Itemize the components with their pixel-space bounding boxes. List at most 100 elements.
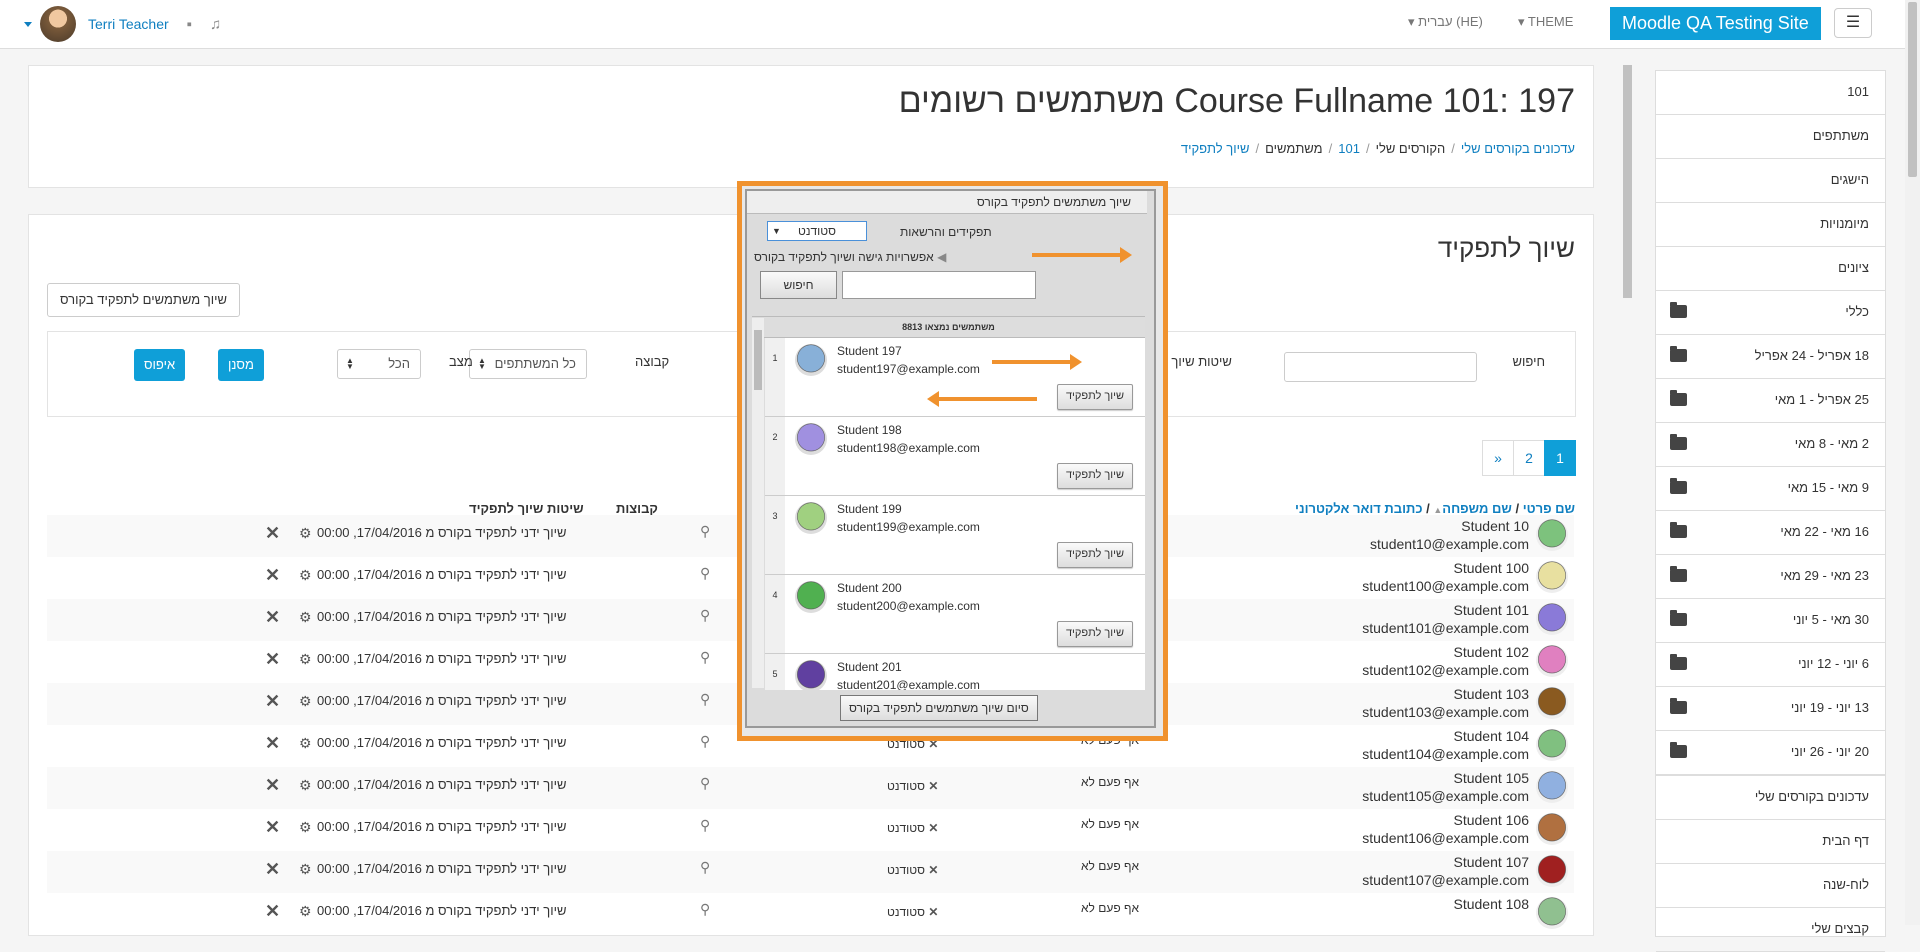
gear-icon[interactable]: ⚙ [299,735,312,752]
remove-role-icon[interactable]: ✕ [928,905,938,919]
page-scrollbar[interactable] [1905,0,1920,925]
group-select[interactable]: ▲ ▼ כל המשתתפים [469,349,587,379]
remove-role-icon[interactable]: ✕ [928,779,938,793]
sidebar-section-item[interactable]: 20 יוני - 26 יוני [1656,731,1885,775]
breadcrumb-item-enrol[interactable]: שיוך לתפקיד [1181,141,1250,156]
reset-button[interactable]: איפוס [134,349,186,381]
sidebar-section-item[interactable]: 25 אפריל - 1 מאי [1656,379,1885,423]
sidebar-item[interactable]: ציונים [1656,247,1885,291]
site-name-link[interactable]: Moodle QA Testing Site [1610,7,1821,40]
user-name-link[interactable]: Student 102 [1453,644,1529,660]
unenrol-icon[interactable]: ✕ [265,775,280,796]
search-input[interactable] [1284,352,1477,382]
breadcrumb-item-updates[interactable]: עדכונים בקורסים שלי [1461,141,1575,156]
add-group-icon[interactable]: ⚲ [700,523,710,540]
add-group-icon[interactable]: ⚲ [700,691,710,708]
bell-icon[interactable]: ♫ [210,16,221,33]
user-name-link[interactable]: Student 101 [1453,602,1529,618]
pager-next[interactable]: » [1482,440,1514,476]
unenrol-icon[interactable]: ✕ [265,565,280,586]
sidebar-section-item[interactable]: כללי [1656,291,1885,335]
gear-icon[interactable]: ⚙ [299,651,312,668]
user-name-link[interactable]: Student 100 [1453,560,1529,576]
hamburger-menu-button[interactable]: ☰ [1834,8,1872,38]
sidebar-item[interactable]: משתתפים [1656,115,1885,159]
sidebar-section-item[interactable]: 16 מאי - 22 מאי [1656,511,1885,555]
assign-role-button[interactable]: שיוך לתפקיד [1056,621,1133,647]
chat-bubble-icon[interactable]: ▪ [187,16,192,33]
sidebar-section-item[interactable]: 30 מאי - 5 יוני [1656,599,1885,643]
sidebar-item[interactable]: מיומנויות [1656,203,1885,247]
avatar[interactable] [1536,519,1568,551]
user-name-link[interactable]: Student 104 [1453,728,1529,744]
sidebar-section-item[interactable]: 9 מאי - 15 מאי [1656,467,1885,511]
enrol-users-button[interactable]: שיוך משתמשים לתפקיד בקורס [47,283,240,317]
remove-role-icon[interactable]: ✕ [928,863,938,877]
avatar[interactable] [1536,813,1568,845]
sidebar-item[interactable]: 101 [1656,71,1885,115]
unenrol-icon[interactable]: ✕ [265,817,280,838]
theme-menu[interactable]: ▾ THEME [1518,14,1573,30]
finish-enrolling-button[interactable]: סיום שיוך משתמשים לתפקיד בקורס [840,695,1038,721]
pager-page-2[interactable]: 2 [1513,440,1545,476]
sidebar-item[interactable]: דף הבית [1656,820,1885,864]
gear-icon[interactable]: ⚙ [299,777,312,794]
user-name-link[interactable]: Student 107 [1453,854,1529,870]
popup-list-scrollbar[interactable] [752,318,764,688]
unenrol-icon[interactable]: ✕ [265,733,280,754]
unenrol-icon[interactable]: ✕ [265,859,280,880]
last-name-sort[interactable]: שם משפחה [1442,501,1512,516]
avatar[interactable] [1536,561,1568,593]
sidebar-section-item[interactable]: 18 אפריל - 24 אפריל [1656,335,1885,379]
gear-icon[interactable]: ⚙ [299,567,312,584]
avatar[interactable] [1536,897,1568,929]
user-name-link[interactable]: Student 108 [1453,896,1529,912]
remove-role-icon[interactable]: ✕ [928,821,938,835]
assign-role-button[interactable]: שיוך לתפקיד [1056,542,1133,568]
language-menu[interactable]: ▾ עברית (HE) [1408,14,1483,30]
gear-icon[interactable]: ⚙ [299,819,312,836]
chevron-down-icon[interactable] [24,21,32,27]
gear-icon[interactable]: ⚙ [299,861,312,878]
unenrol-icon[interactable]: ✕ [265,523,280,544]
popup-search-input[interactable] [842,271,1036,299]
add-group-icon[interactable]: ⚲ [700,817,710,834]
avatar[interactable] [1536,603,1568,635]
avatar[interactable] [1536,645,1568,677]
assign-role-button[interactable]: שיוך לתפקיד [1056,384,1133,410]
first-name-sort[interactable]: שם פרטי [1523,501,1575,516]
unenrol-icon[interactable]: ✕ [265,607,280,628]
popup-search-button[interactable]: חיפוש [760,271,837,299]
role-select[interactable]: ▼ סטודנט [767,221,867,241]
add-group-icon[interactable]: ⚲ [700,901,710,918]
user-name-link[interactable]: Student 105 [1453,770,1529,786]
user-name-link[interactable]: Student 103 [1453,686,1529,702]
content-scrollbar[interactable] [1620,55,1635,925]
avatar[interactable] [1536,729,1568,761]
unenrol-icon[interactable]: ✕ [265,901,280,922]
sidebar-item[interactable]: קבצים שלי [1656,908,1885,952]
pager-page-1[interactable]: 1 [1544,440,1576,476]
user-name-link[interactable]: Student 106 [1453,812,1529,828]
unenrol-icon[interactable]: ✕ [265,649,280,670]
sidebar-section-item[interactable]: 6 יוני - 12 יוני [1656,643,1885,687]
add-group-icon[interactable]: ⚲ [700,607,710,624]
email-sort[interactable]: כתובת דואר אלקטרוני [1295,501,1422,516]
user-name-link[interactable]: Student 10 [1461,518,1529,534]
filter-button[interactable]: מסנן [218,349,264,381]
avatar[interactable] [1536,771,1568,803]
unenrol-icon[interactable]: ✕ [265,691,280,712]
add-group-icon[interactable]: ⚲ [700,649,710,666]
user-menu[interactable]: Terri Teacher ▪ ♫ [24,6,221,42]
avatar[interactable] [1536,855,1568,887]
sidebar-item[interactable]: לוח-שנה [1656,864,1885,908]
add-group-icon[interactable]: ⚲ [700,775,710,792]
sidebar-section-item[interactable]: 2 מאי - 8 מאי [1656,423,1885,467]
gear-icon[interactable]: ⚙ [299,525,312,542]
avatar[interactable] [1536,687,1568,719]
sidebar-item[interactable]: עדכונים בקורסים שלי [1656,776,1885,820]
gear-icon[interactable]: ⚙ [299,903,312,920]
user-name-link[interactable]: Terri Teacher [88,16,169,32]
status-select[interactable]: ▲ ▼ הכל [337,349,421,379]
add-group-icon[interactable]: ⚲ [700,733,710,750]
